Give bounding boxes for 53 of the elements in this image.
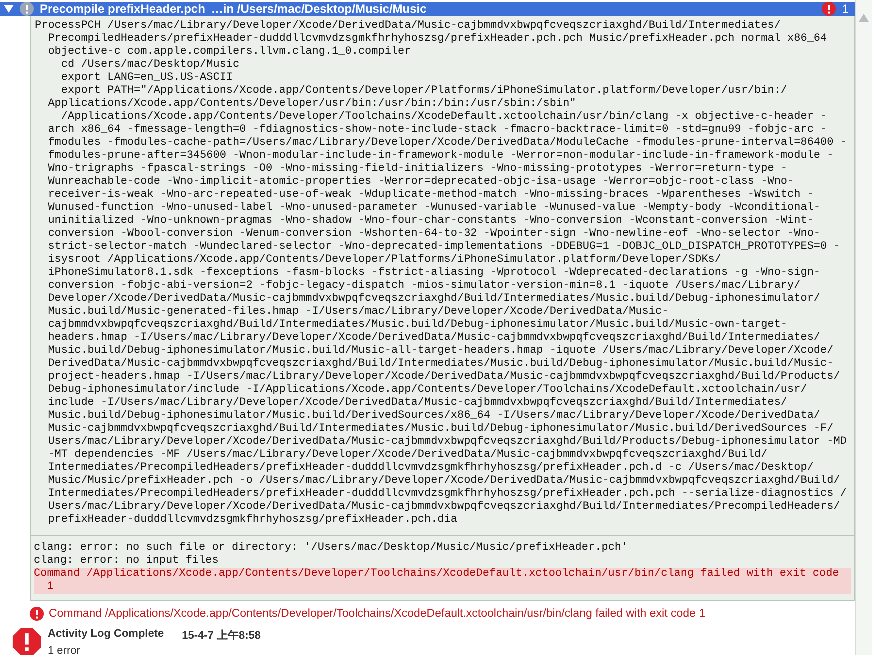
log-line: Applications/Xcode.app/Contents/Developer/usr/bin:/usr/bin:/bin:/usr/sbin:/sbin" — [47, 98, 578, 111]
log-line: Intermediates/PrecompiledHeaders/prefixHeader-dudddllcvmvdzsgmkfhrhyhoszsg/prefixHeader.pch.pch --serialize-diagnostics / — [47, 488, 848, 501]
log-line: strict-selector-match -Wundeclared-selector -Wno-deprecated-implementations -DDEBUG=1 -DOBJC_OLD_DISPATCH_PROTOTYPES=0 - — [47, 241, 842, 254]
log-line: export LANG=en_US.US-ASCII — [60, 72, 234, 85]
log-line: isysroot /Applications/Xcode.app/Contents/Developer/Platforms/iPhoneSimulator.platform/Developer/SDKs/ — [47, 254, 723, 267]
log-line: Wno-trigraphs -fpascal-strings -O0 -Wno-missing-field-initializers -Wno-missing-prototypes -Werror=return-type - — [47, 163, 789, 176]
log-line: conversion -fobjc-abi-version=2 -fobjc-legacy-dispatch -mios-simulator-version-min=8.1 -iquote /Users/mac/Library/ — [47, 280, 802, 293]
log-line: Developer/Xcode/DerivedData/Music-cajbmmdvxbwpqfcveqszcriaxghd/Build/Intermediates/Music.build/Debug-iphonesimulator/ — [47, 293, 822, 306]
log-line: -MT dependencies -MF /Users/mac/Library/Developer/Xcode/DerivedData/Music-cajbmmdvxbwpqfcveqszcriaxghd/Build/ — [47, 449, 769, 462]
disclosure-triangle-icon[interactable] — [4, 4, 14, 14]
log-line: receiver-is-weak -Wno-arc-repeated-use-of-weak -Wduplicate-method-match -Wno-missing-braces -Wparentheses -Wswitch - — [47, 189, 815, 202]
log-line: uninitialized -Wno-unknown-pragmas -Wno-shadow -Wno-four-char-constants -Wno-conversion -Wconstant-conversion -Wint- — [47, 215, 815, 228]
log-line: arch x86_64 -fmessage-length=0 -fdiagnostics-show-note-include-stack -fmacro-backtrace-limit=0 -std=gnu99 -fobjc-arc - — [47, 124, 828, 137]
status-detail: 1 error — [48, 644, 82, 655]
log-line: Intermediates/PrecompiledHeaders/prefixHeader-dudddllcvmvdzsgmkfhrhyhoszsg/prefixHeader.pch.d -c /Users/mac/Desktop/ — [47, 462, 815, 475]
output-line: clang: error: no input files — [34, 555, 220, 568]
log-line: Music.build/Debug-iphonesimulator/Music.build/DerivedSources/x86_64 -I/Users/mac/Library/Developer/Xcode/DerivedData/ — [47, 410, 822, 423]
log-line: iPhoneSimulator8.1.sdk -fexceptions -fasm-blocks -fstrict-aliasing -Wprotocol -Wdeprecated-declarations -g -Wno-sign- — [47, 267, 822, 280]
scroll-up-icon[interactable] — [859, 14, 869, 22]
step-title: Precompile prefixHeader.pch — [40, 2, 206, 16]
log-line: Wunreachable-code -Wno-implicit-atomic-properties -Werror=deprecated-objc-isa-usage -Werror=objc-root-class -Wno- — [47, 176, 796, 189]
log-line: Music.build/Debug-iphonesimulator/Music.build/Music-all-target-headers.hmap -iquote /Users/mac/Library/Developer/Xcode/ — [47, 345, 835, 358]
log-line: DerivedData/Music-cajbmmdvxbwpqfcveqszcriaxghd/Build/Intermediates/Music.build/Debug-iphonesimulator/Music.build/Music- — [47, 358, 835, 371]
step-path: …in /Users/mac/Desktop/Music/Music — [211, 2, 427, 16]
log-line: Users/mac/Library/Developer/Xcode/DerivedData/Music-cajbmmdvxbwpqfcveqszcriaxghd/Build/Intermediates/PrecompiledHeaders/ — [47, 501, 842, 514]
log-line: fmodules -fmodules-cache-path=/Users/mac/Library/Developer/Xcode/DerivedData/ModuleCache -fmodules-prune-interval=86400 - — [47, 137, 848, 150]
log-line: Music/Music/prefixHeader.pch -o /Users/mac/Library/Developer/Xcode/DerivedData/Music-cajbmmdvxbwpqfcveqszcriaxghd/Build/ — [47, 475, 842, 488]
log-line: include -I/Users/mac/Library/Developer/Xcode/DerivedData/Music-cajbmmdvxbwpqfcveqszcriaxghd/Build/Intermediates/ — [47, 397, 789, 410]
log-line: prefixHeader-dudddllcvmvdzsgmkfhrhyhoszsg/prefixHeader.pch.dia — [47, 514, 458, 527]
log-line: fmodules-prune-after=345600 -Wnon-modular-include-in-framework-module -Werror=non-modular-include-in-framework-module - — [47, 150, 835, 163]
log-line: export PATH="/Applications/Xcode.app/Contents/Developer/Platforms/iPhoneSimulator.platform/Developer/usr/bin:/ — [60, 85, 789, 98]
log-line: objective-c com.apple.compilers.llvm.clang.1_0.compiler — [47, 46, 412, 59]
log-line: Users/mac/Library/Developer/Xcode/DerivedData/Music-cajbmmdvxbwpqfcveqszcriaxghd/Build/Products/Debug-iphonesimulator -MD — [47, 436, 848, 449]
log-line: PrecompiledHeaders/prefixHeader-dudddllcvmvdzsgmkfhrhyhoszsg/prefixHeader.pch.pch Music/prefixHeader.pch normal x86_64 — [47, 33, 828, 46]
log-line: cajbmmdvxbwpqfcveqszcriaxghd/Build/Intermediates/Music.build/Debug-iphonesimulator/Music.build/Music-own-target- — [47, 319, 789, 332]
log-line: cd /Users/mac/Desktop/Music — [60, 59, 241, 72]
log-line: conversion -Wbool-conversion -Wenum-conversion -Wshorten-64-to-32 -Wpointer-sign -Wno-newline-eof -Wno-selector -Wno- — [47, 228, 822, 241]
log-line: ProcessPCH /Users/mac/Library/Developer/Xcode/DerivedData/Music-cajbmmdvxbwpqfcveqszcriaxghd/Build/Intermediates/ — [35, 20, 782, 33]
error-icon — [30, 607, 44, 621]
log-line: /Applications/Xcode.app/Contents/Developer/Toolchains/XcodeDefault.xctoolchain/usr/bin/clang -x objective-c-header - — [60, 111, 828, 124]
status-time: 15-4-7 上午8:58 — [182, 628, 261, 642]
log-line: Music.build/Music-generated-files.hmap -I/Users/mac/Library/Developer/Xcode/DerivedData/Music- — [47, 306, 670, 319]
error-count: 1 — [842, 2, 849, 16]
log-line: Wunused-function -Wno-unused-label -Wno-unused-parameter -Wunused-variable -Wunused-value -Wempty-body -Wconditional- — [47, 202, 822, 215]
log-line: headers.hmap -I/Users/mac/Library/Developer/Xcode/DerivedData/Music-cajbmmdvxbwpqfcveqszcriaxghd/Build/Intermediates/ — [47, 332, 822, 345]
log-line: project-headers.hmap -I/Users/mac/Library/Developer/Xcode/DerivedData/Music-cajbmmdvxbwpqfcveqszcriaxghd/Build/Products/ — [47, 371, 842, 384]
output-line: clang: error: no such file or directory: '/Users/mac/Desktop/Music/Music/prefixHeader.pch' — [34, 542, 630, 555]
scroll-bar[interactable] — [855, 0, 872, 655]
error-message[interactable]: Command /Applications/Xcode.app/Contents/Developer/Toolchains/XcodeDefault.xctoolchain/usr/bin/clang failed with exit code 1 — [49, 608, 706, 620]
status-title: Activity Log Complete — [48, 628, 164, 642]
log-line: Debug-iphonesimulator/include -I/Applications/Xcode.app/Contents/Developer/Toolchains/XcodeDefault.xctoolchain/usr/ — [47, 384, 808, 397]
log-section-header[interactable]: Precompile prefixHeader.pch …in /Users/mac/Desktop/Music/Music 1 — [0, 2, 855, 16]
log-line: Music-cajbmmdvxbwpqfcveqszcriaxghd/Build/Intermediates/Music.build/Debug-iphonesimulator/Music.build/DerivedSources -F/ — [47, 423, 835, 436]
